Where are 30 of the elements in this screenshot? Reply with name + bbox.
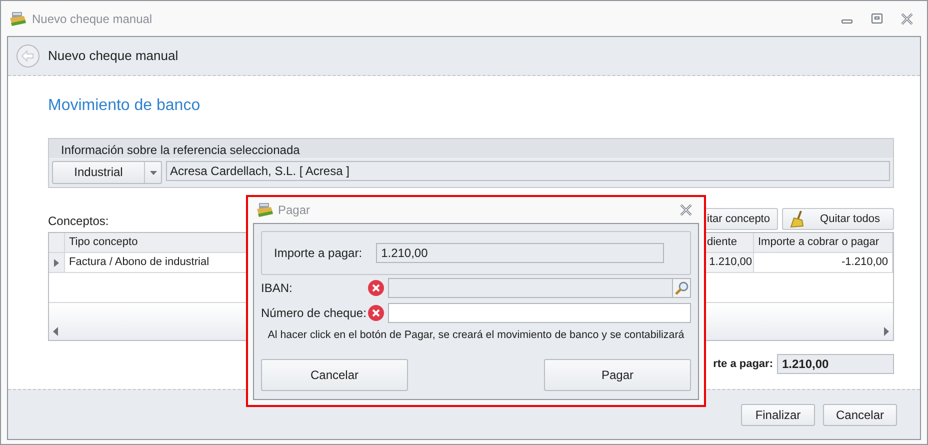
total-field: 1.210,00 <box>777 354 894 374</box>
amount-field: 1.210,00 <box>376 243 664 263</box>
pay-button[interactable]: Pagar <box>544 359 691 391</box>
reference-field: Acresa Cardellach, S.L. [ Acresa ] <box>166 161 890 181</box>
total-label: rte a pagar: <box>713 356 773 372</box>
info-message: Al hacer click en el botón de Pagar, se creará el movimiento de banco y se contabilizará <box>268 328 684 342</box>
field-label: IBAN: <box>261 280 294 297</box>
scroll-left-icon[interactable] <box>53 327 58 336</box>
concepts-label: Conceptos: <box>48 213 109 230</box>
printer-icon <box>256 202 274 218</box>
page-title: Nuevo cheque manual <box>48 47 178 66</box>
close-icon[interactable] <box>680 204 692 216</box>
field-label: Número de cheque: <box>261 305 368 322</box>
close-icon[interactable] <box>901 12 913 24</box>
window-title: Nuevo cheque manual <box>32 10 152 28</box>
maximize-icon[interactable] <box>871 12 883 24</box>
cancel-button[interactable]: Cancelar <box>823 404 897 426</box>
caret-icon <box>150 170 156 174</box>
dialog-title: Pagar <box>278 202 310 219</box>
panel-caption: Información sobre la referencia seleccionada <box>49 139 893 159</box>
type-dropdown[interactable]: Industrial <box>52 161 162 184</box>
scroll-right-icon[interactable] <box>884 327 889 336</box>
table-cell: -1.210,00 <box>754 253 893 272</box>
remove-all-button[interactable]: Quitar todos <box>782 208 894 230</box>
finish-button[interactable]: Finalizar <box>741 404 815 426</box>
printer-icon <box>9 10 27 26</box>
cancel-button[interactable]: Cancelar <box>261 359 408 391</box>
table-cell: 1.210,00 <box>706 253 754 272</box>
column-header[interactable]: Importe a cobrar o pagar <box>754 233 893 252</box>
section-title: Movimiento de banco <box>48 96 202 116</box>
